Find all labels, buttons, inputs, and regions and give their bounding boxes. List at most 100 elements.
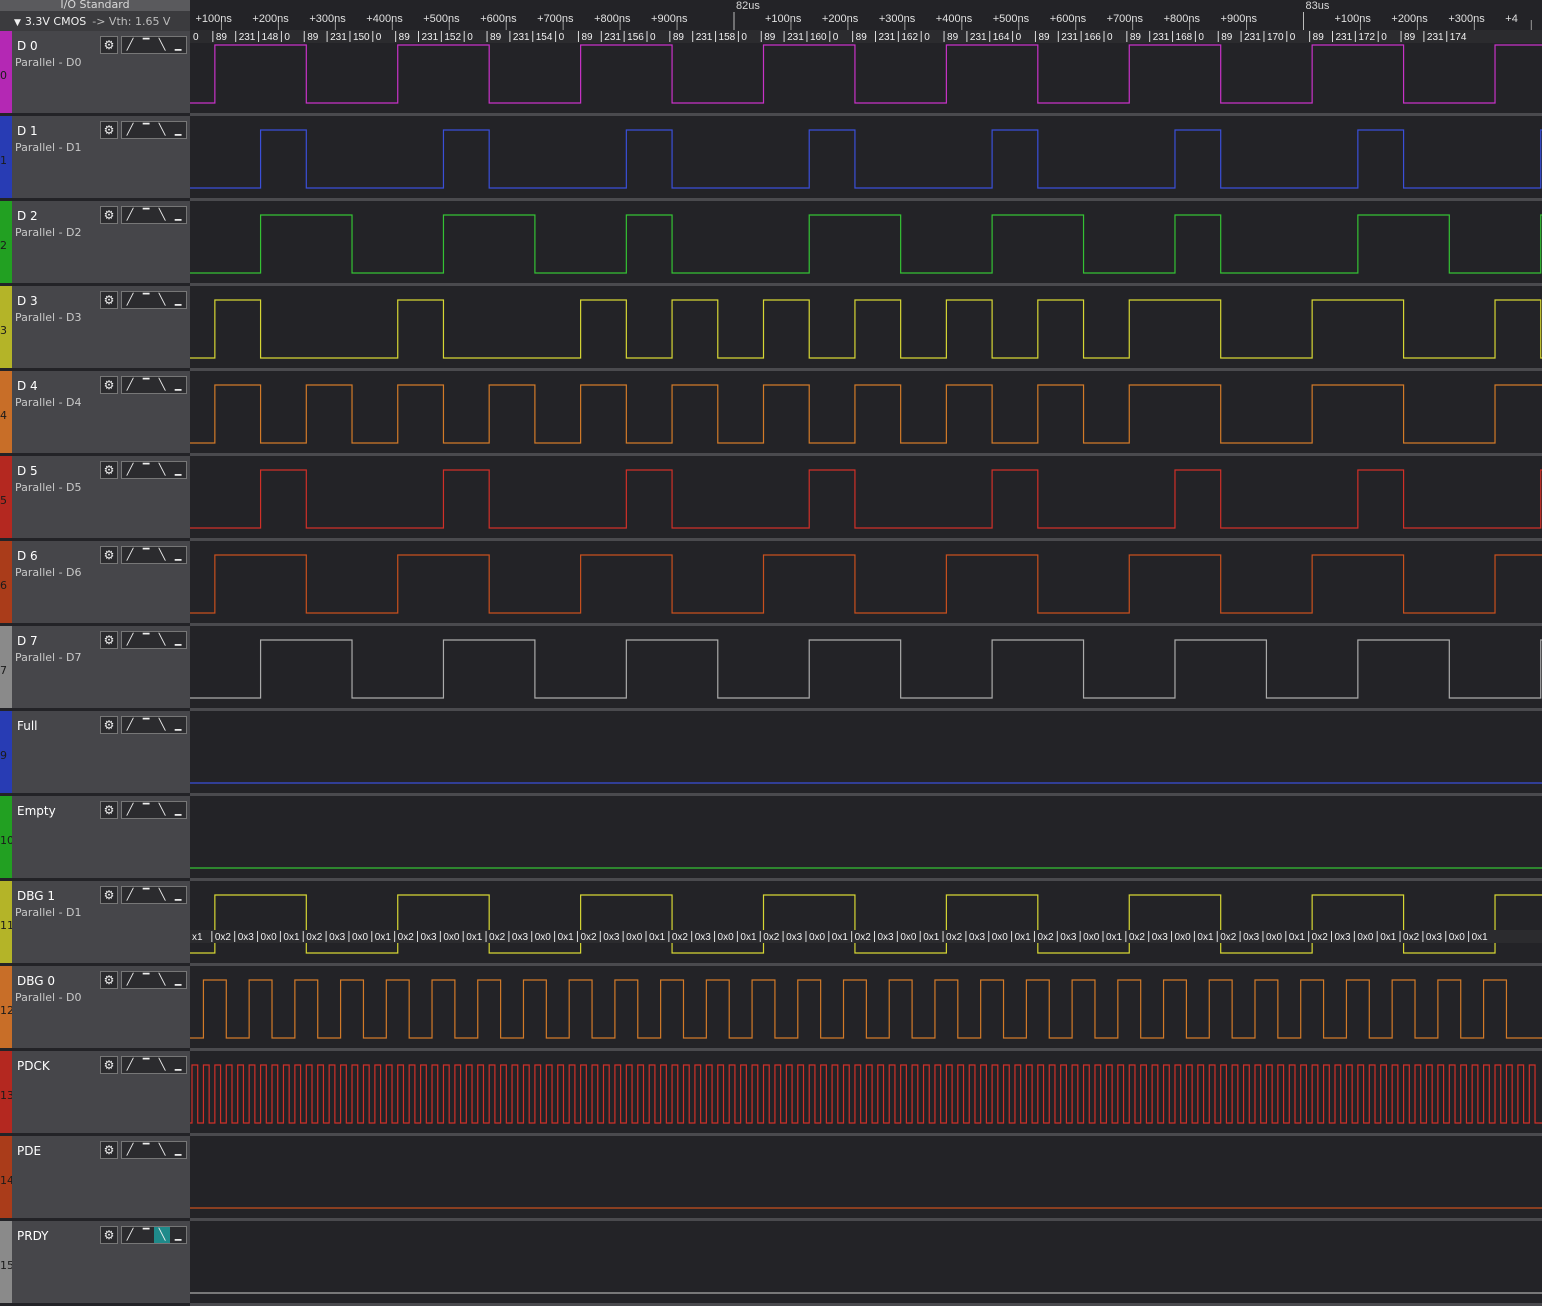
high-level-icon[interactable]: ▔	[138, 972, 154, 988]
channel-name[interactable]: D 7	[17, 634, 38, 648]
gear-icon[interactable]: ⚙	[100, 376, 118, 394]
low-level-icon[interactable]: ▁	[170, 972, 186, 988]
rising-edge-icon[interactable]: ╱	[122, 1142, 138, 1158]
high-level-icon[interactable]: ▔	[138, 207, 154, 223]
trigger-selector[interactable]: ╱ ▔ ╲ ▁	[121, 716, 187, 734]
channel-name[interactable]: DBG 0	[17, 974, 55, 988]
rising-edge-icon[interactable]: ╱	[122, 292, 138, 308]
gear-icon[interactable]: ⚙	[100, 121, 118, 139]
falling-edge-icon[interactable]: ╲	[154, 717, 170, 733]
trigger-selector[interactable]: ╱ ▔ ╲ ▁	[121, 801, 187, 819]
trigger-selector[interactable]: ╱ ▔ ╲ ▁	[121, 1226, 187, 1244]
high-level-icon[interactable]: ▔	[138, 292, 154, 308]
channel-name[interactable]: Empty	[17, 804, 56, 818]
low-level-icon[interactable]: ▁	[170, 887, 186, 903]
high-level-icon[interactable]: ▔	[138, 377, 154, 393]
rising-edge-icon[interactable]: ╱	[122, 1057, 138, 1073]
falling-edge-icon[interactable]: ╲	[154, 632, 170, 648]
low-level-icon[interactable]: ▁	[170, 122, 186, 138]
high-level-icon[interactable]: ▔	[138, 1227, 154, 1243]
rising-edge-icon[interactable]: ╱	[122, 462, 138, 478]
high-level-icon[interactable]: ▔	[138, 802, 154, 818]
channel-label-prdy[interactable]: 15 PRDY ⚙ ╱ ▔ ╲ ▁	[0, 1221, 190, 1303]
rising-edge-icon[interactable]: ╱	[122, 547, 138, 563]
low-level-icon[interactable]: ▁	[170, 377, 186, 393]
low-level-icon[interactable]: ▁	[170, 632, 186, 648]
rising-edge-icon[interactable]: ╱	[122, 802, 138, 818]
rising-edge-icon[interactable]: ╱	[122, 377, 138, 393]
low-level-icon[interactable]: ▁	[170, 717, 186, 733]
low-level-icon[interactable]: ▁	[170, 547, 186, 563]
falling-edge-icon[interactable]: ╲	[154, 122, 170, 138]
channel-name[interactable]: D 0	[17, 39, 38, 53]
gear-icon[interactable]: ⚙	[100, 206, 118, 224]
falling-edge-icon[interactable]: ╲	[154, 802, 170, 818]
gear-icon[interactable]: ⚙	[100, 36, 118, 54]
channel-name[interactable]: Full	[17, 719, 38, 733]
gear-icon[interactable]: ⚙	[100, 801, 118, 819]
channel-label-d7[interactable]: 7 D 7 Parallel - D7 ⚙ ╱ ▔ ╲ ▁	[0, 626, 190, 708]
falling-edge-icon[interactable]: ╲	[154, 37, 170, 53]
channel-name[interactable]: PDCK	[17, 1059, 50, 1073]
trigger-selector[interactable]: ╱ ▔ ╲ ▁	[121, 376, 187, 394]
low-level-icon[interactable]: ▁	[170, 292, 186, 308]
rising-edge-icon[interactable]: ╱	[122, 887, 138, 903]
falling-edge-icon[interactable]: ╲	[154, 1142, 170, 1158]
low-level-icon[interactable]: ▁	[170, 802, 186, 818]
high-level-icon[interactable]: ▔	[138, 1057, 154, 1073]
trigger-selector[interactable]: ╱ ▔ ╲ ▁	[121, 36, 187, 54]
channel-name[interactable]: D 4	[17, 379, 38, 393]
high-level-icon[interactable]: ▔	[138, 632, 154, 648]
gear-icon[interactable]: ⚙	[100, 546, 118, 564]
channel-label-pdck[interactable]: 13 PDCK ⚙ ╱ ▔ ╲ ▁	[0, 1051, 190, 1133]
channel-label-full[interactable]: 9 Full ⚙ ╱ ▔ ╲ ▁	[0, 711, 190, 793]
channel-name[interactable]: D 6	[17, 549, 38, 563]
gear-icon[interactable]: ⚙	[100, 1141, 118, 1159]
channel-name[interactable]: D 1	[17, 124, 38, 138]
channel-name[interactable]: D 5	[17, 464, 38, 478]
rising-edge-icon[interactable]: ╱	[122, 1227, 138, 1243]
channel-label-dbg0[interactable]: 12 DBG 0 Parallel - D0 ⚙ ╱ ▔ ╲ ▁	[0, 966, 190, 1048]
falling-edge-icon[interactable]: ╲	[154, 972, 170, 988]
rising-edge-icon[interactable]: ╱	[122, 207, 138, 223]
rising-edge-icon[interactable]: ╱	[122, 37, 138, 53]
falling-edge-icon[interactable]: ╲	[154, 462, 170, 478]
trigger-selector[interactable]: ╱ ▔ ╲ ▁	[121, 206, 187, 224]
falling-edge-icon[interactable]: ╲	[154, 547, 170, 563]
high-level-icon[interactable]: ▔	[138, 462, 154, 478]
channel-name[interactable]: D 2	[17, 209, 38, 223]
rising-edge-icon[interactable]: ╱	[122, 717, 138, 733]
gear-icon[interactable]: ⚙	[100, 461, 118, 479]
trigger-selector[interactable]: ╱ ▔ ╲ ▁	[121, 121, 187, 139]
gear-icon[interactable]: ⚙	[100, 631, 118, 649]
low-level-icon[interactable]: ▁	[170, 462, 186, 478]
channel-label-d1[interactable]: 1 D 1 Parallel - D1 ⚙ ╱ ▔ ╲ ▁	[0, 116, 190, 198]
high-level-icon[interactable]: ▔	[138, 37, 154, 53]
high-level-icon[interactable]: ▔	[138, 547, 154, 563]
falling-edge-icon[interactable]: ╲	[154, 1057, 170, 1073]
channel-name[interactable]: DBG 1	[17, 889, 55, 903]
trigger-selector[interactable]: ╱ ▔ ╲ ▁	[121, 886, 187, 904]
low-level-icon[interactable]: ▁	[170, 1227, 186, 1243]
channel-label-d2[interactable]: 2 D 2 Parallel - D2 ⚙ ╱ ▔ ╲ ▁	[0, 201, 190, 283]
channel-label-d5[interactable]: 5 D 5 Parallel - D5 ⚙ ╱ ▔ ╲ ▁	[0, 456, 190, 538]
trigger-selector[interactable]: ╱ ▔ ╲ ▁	[121, 546, 187, 564]
low-level-icon[interactable]: ▁	[170, 37, 186, 53]
falling-edge-icon[interactable]: ╲	[154, 887, 170, 903]
falling-edge-icon[interactable]: ╲	[154, 377, 170, 393]
low-level-icon[interactable]: ▁	[170, 207, 186, 223]
trigger-selector[interactable]: ╱ ▔ ╲ ▁	[121, 1056, 187, 1074]
falling-edge-icon[interactable]: ╲	[154, 292, 170, 308]
channel-label-d0[interactable]: 0 D 0 Parallel - D0 ⚙ ╱ ▔ ╲ ▁	[0, 31, 190, 113]
trigger-selector[interactable]: ╱ ▔ ╲ ▁	[121, 291, 187, 309]
low-level-icon[interactable]: ▁	[170, 1057, 186, 1073]
gear-icon[interactable]: ⚙	[100, 1056, 118, 1074]
channel-name[interactable]: D 3	[17, 294, 38, 308]
high-level-icon[interactable]: ▔	[138, 717, 154, 733]
channel-label-d4[interactable]: 4 D 4 Parallel - D4 ⚙ ╱ ▔ ╲ ▁	[0, 371, 190, 453]
channel-name[interactable]: PRDY	[17, 1229, 49, 1243]
channel-label-dbg1[interactable]: 11 DBG 1 Parallel - D1 ⚙ ╱ ▔ ╲ ▁	[0, 881, 190, 963]
high-level-icon[interactable]: ▔	[138, 1142, 154, 1158]
channel-name[interactable]: PDE	[17, 1144, 41, 1158]
falling-edge-icon[interactable]: ╲	[154, 207, 170, 223]
